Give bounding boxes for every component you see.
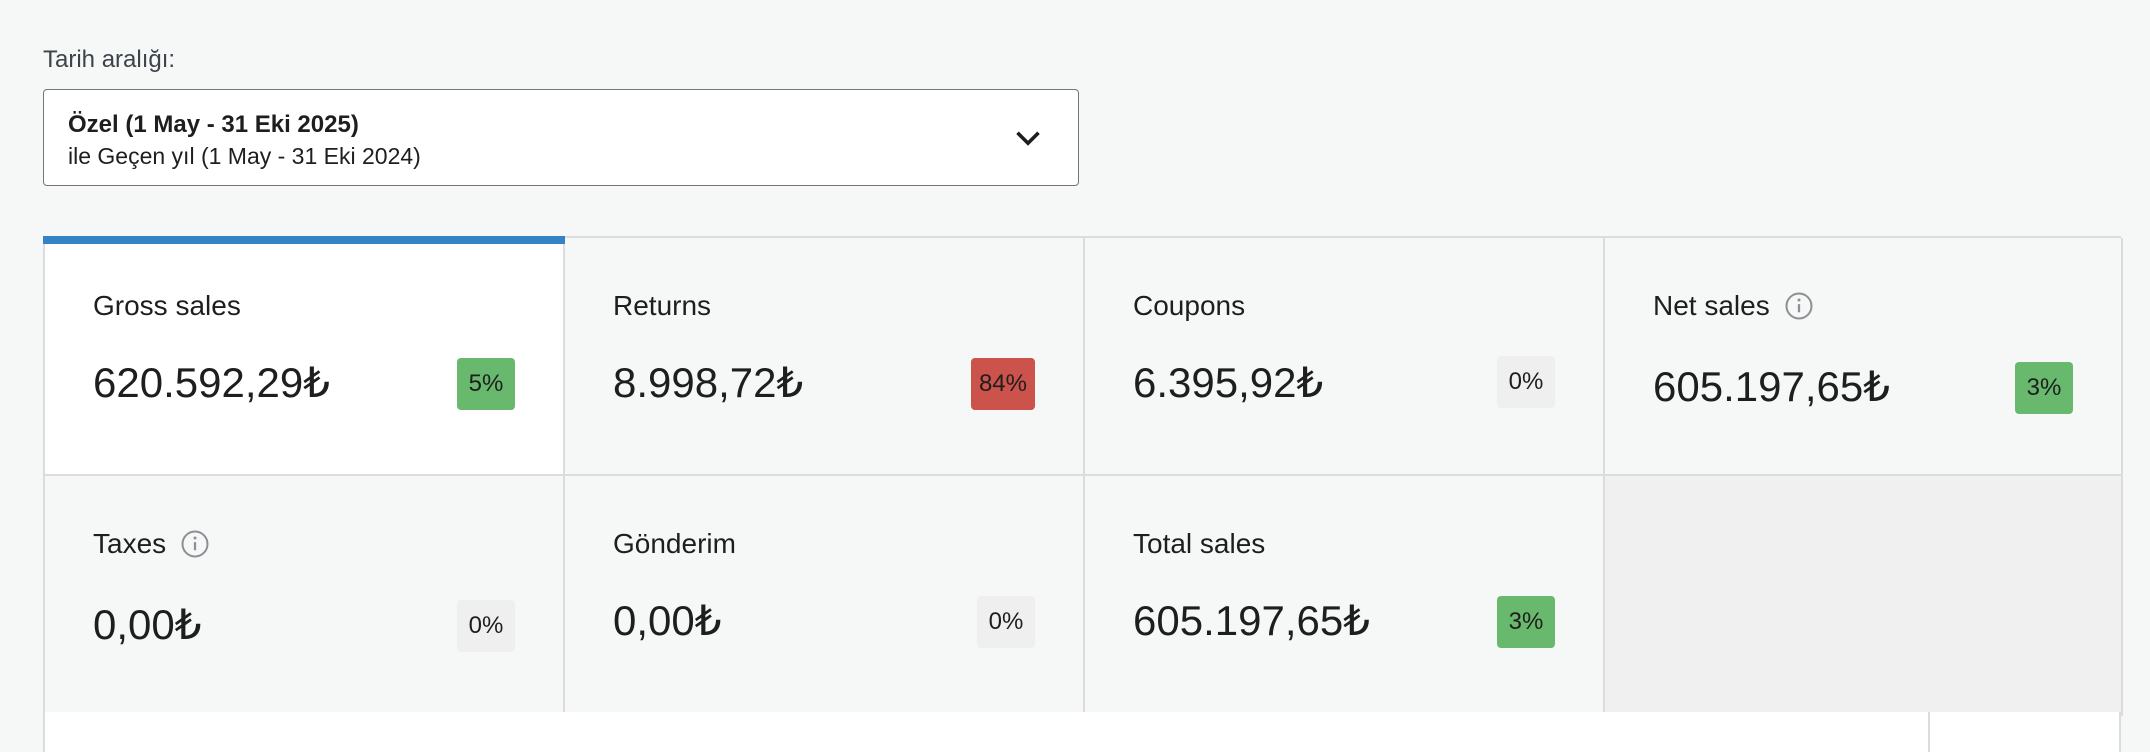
divider bbox=[1928, 712, 1930, 752]
date-range-label: Tarih aralığı: bbox=[43, 46, 176, 73]
empty-tile bbox=[1605, 476, 2123, 716]
delta-badge: 0% bbox=[1497, 356, 1555, 408]
tile-coupons[interactable]: Coupons 6.395,92₺ 0% bbox=[1085, 238, 1605, 476]
tile-title: Returns bbox=[613, 290, 711, 322]
tile-title-text: Gönderim bbox=[613, 528, 736, 559]
tile-value: 0,00₺ bbox=[93, 601, 202, 648]
tile-total-sales[interactable]: Total sales 605.197,65₺ 3% bbox=[1085, 476, 1605, 716]
tile-gross-sales[interactable]: Gross sales 620.592,29₺ 5% bbox=[43, 236, 565, 476]
tile-title: Gönderim bbox=[613, 528, 736, 560]
date-range-dropdown[interactable]: Özel (1 May - 31 Eki 2025) ile Geçen yıl… bbox=[43, 89, 1079, 186]
tile-title-text: Total sales bbox=[1133, 528, 1266, 559]
tile-title: Net sales bbox=[1653, 290, 1814, 322]
tile-taxes[interactable]: Taxes 0,00₺ 0% bbox=[45, 476, 565, 716]
delta-badge: 3% bbox=[1497, 596, 1555, 648]
tile-value: 6.395,92₺ bbox=[1133, 359, 1324, 406]
tile-title-text: Taxes bbox=[93, 528, 167, 559]
date-range-primary: Özel (1 May - 31 Eki 2025) bbox=[68, 111, 359, 138]
delta-badge: 0% bbox=[977, 596, 1035, 648]
tile-title-text: Coupons bbox=[1133, 290, 1246, 321]
tile-title-text: Gross sales bbox=[93, 290, 241, 321]
date-range-comparison: ile Geçen yıl (1 May - 31 Eki 2024) bbox=[68, 143, 421, 169]
performance-tiles: Gross sales 620.592,29₺ 5% Returns 8.998… bbox=[43, 236, 2123, 738]
tile-value: 605.197,65₺ bbox=[1653, 363, 1890, 410]
tile-title: Total sales bbox=[1133, 528, 1265, 560]
tile-title-text: Returns bbox=[613, 290, 712, 321]
tile-title: Taxes bbox=[93, 528, 210, 560]
tile-title: Coupons bbox=[1133, 290, 1245, 322]
tile-value: 0,00₺ bbox=[613, 597, 722, 644]
tile-shipping[interactable]: Gönderim 0,00₺ 0% bbox=[565, 476, 1085, 716]
delta-badge: 0% bbox=[457, 600, 515, 652]
tile-returns[interactable]: Returns 8.998,72₺ 84% bbox=[565, 238, 1085, 476]
tile-value: 620.592,29₺ bbox=[93, 359, 330, 406]
delta-badge: 5% bbox=[457, 358, 515, 410]
delta-badge: 84% bbox=[970, 358, 1035, 410]
info-icon[interactable] bbox=[180, 529, 210, 559]
tile-net-sales[interactable]: Net sales 605.197,65₺ 3% bbox=[1605, 238, 2123, 476]
tile-value: 605.197,65₺ bbox=[1133, 597, 1370, 644]
tile-value: 8.998,72₺ bbox=[613, 359, 804, 406]
delta-badge: 3% bbox=[2015, 362, 2073, 414]
chevron-down-icon bbox=[1016, 131, 1040, 146]
tile-title-text: Net sales bbox=[1653, 290, 1770, 321]
chart-panel-top bbox=[43, 712, 2121, 752]
info-icon[interactable] bbox=[1784, 291, 1814, 321]
tile-title: Gross sales bbox=[93, 290, 241, 322]
